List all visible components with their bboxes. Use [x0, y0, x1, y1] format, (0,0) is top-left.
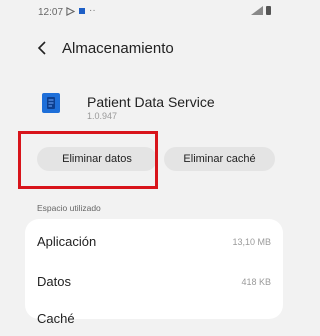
- play-store-icon: [66, 6, 75, 16]
- page-title: Almacenamiento: [62, 40, 174, 57]
- storage-row-value: 13,10 MB: [232, 237, 271, 247]
- clear-cache-button[interactable]: Eliminar caché: [164, 147, 275, 171]
- storage-row-data: Datos 418 KB: [37, 269, 271, 299]
- app-bar: Almacenamiento: [0, 32, 293, 64]
- storage-row-cache: Caché: [37, 306, 271, 336]
- storage-card: Aplicación 13,10 MB Datos 418 KB Caché: [25, 219, 283, 326]
- back-arrow-icon[interactable]: [36, 40, 50, 56]
- signal-icon: [251, 6, 263, 15]
- storage-row-app: Aplicación 13,10 MB: [37, 229, 271, 259]
- storage-row-label: Datos: [37, 274, 71, 289]
- more-notifications-icon: ··: [89, 5, 96, 16]
- document-app-icon: [42, 93, 60, 113]
- app-name: Patient Data Service: [87, 94, 215, 110]
- clear-data-button[interactable]: Eliminar datos: [37, 147, 157, 171]
- status-time: 12:07: [38, 7, 64, 18]
- battery-icon: [266, 6, 271, 15]
- storage-row-label: Aplicación: [37, 234, 97, 249]
- storage-row-value: 418 KB: [241, 277, 271, 287]
- app-version: 1.0.947: [87, 111, 118, 121]
- app-header: Patient Data Service 1.0.947: [0, 86, 293, 126]
- app-notification-icon: [79, 8, 85, 14]
- system-icons: [251, 6, 271, 15]
- storage-row-label: Caché: [37, 311, 75, 326]
- section-label: Espacio utilizado: [37, 203, 101, 213]
- status-bar: 12:07 ··: [0, 0, 293, 24]
- notification-icons: ··: [66, 6, 96, 16]
